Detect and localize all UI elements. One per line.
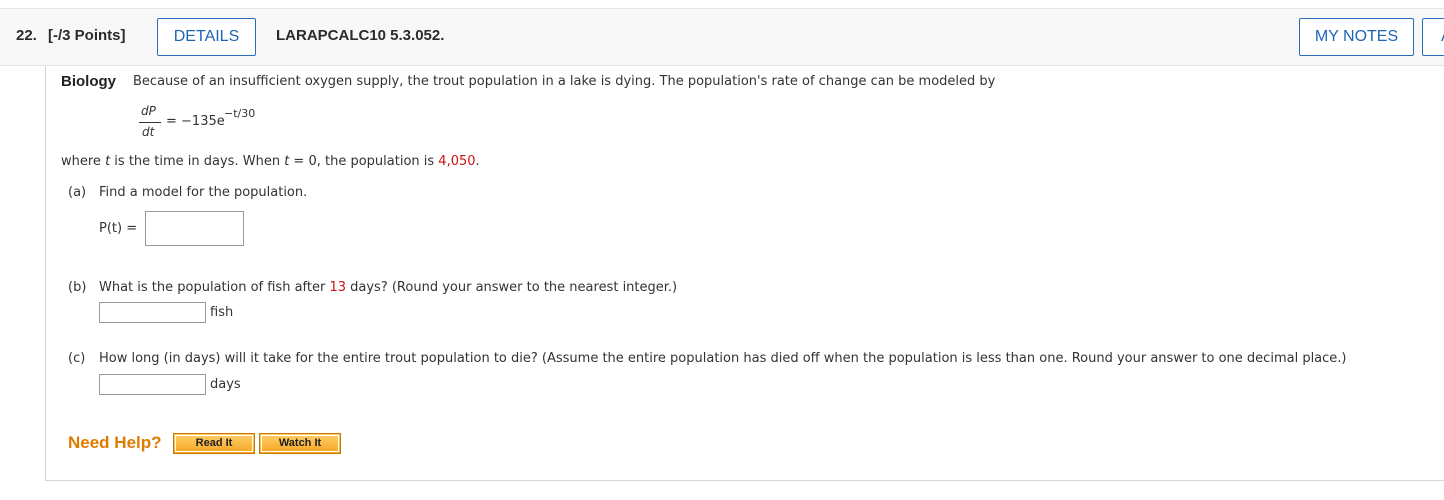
ask-your-teacher-button[interactable]: A [1422,18,1444,56]
problem-id: LARAPCALC10 5.3.052. [276,27,445,44]
population-model-input[interactable] [145,211,244,246]
part-a-answer-label: P(t) = [99,221,138,236]
topic-heading: Biology [61,73,116,90]
equation-denominator: dt [142,125,155,139]
details-button[interactable]: DETAILS [157,18,256,56]
question-number: 22. [16,27,37,44]
part-b-text-after: days? (Round your answer to the nearest … [346,280,678,295]
question-content [45,66,1444,481]
part-a-question: Find a model for the population. [99,185,308,200]
problem-intro: Because of an insufficient oxygen supply… [133,74,996,89]
question-points: [-/3 Points] [48,27,126,44]
part-c-label: (c) [68,351,86,366]
days-unit-label: days [210,377,241,392]
initial-population-value: 4,050 [438,154,476,169]
fraction-bar [139,122,161,123]
equation-rhs: = −135e [166,114,225,129]
condition-middle: is the time in days. When [110,154,285,169]
equation-numerator: dP [141,104,156,118]
equation-exponent: −t/30 [224,107,256,120]
part-b-text-before: What is the population of fish after [99,280,330,295]
part-b-label: (b) [68,280,87,295]
initial-condition: where t is the time in days. When t = 0,… [61,154,480,169]
part-c-question: How long (in days) will it take for the … [99,351,1347,366]
part-b-days-value: 13 [329,280,347,295]
part-a-label: (a) [68,185,87,200]
need-help-label: Need Help? [68,433,162,452]
days-input[interactable] [99,374,206,395]
fish-unit-label: fish [210,305,234,320]
condition-prefix: where [61,154,106,169]
question-header: 22. [-/3 Points] DETAILS LARAPCALC10 5.3… [0,8,1444,66]
fish-count-input[interactable] [99,302,206,323]
condition-equals: = 0, the population is [289,154,439,169]
condition-end: . [475,154,480,169]
read-it-button[interactable]: Read It [173,433,255,454]
part-b-question: What is the population of fish after 13 … [99,280,677,295]
my-notes-button[interactable]: MY NOTES [1299,18,1414,56]
watch-it-button[interactable]: Watch It [259,433,341,454]
